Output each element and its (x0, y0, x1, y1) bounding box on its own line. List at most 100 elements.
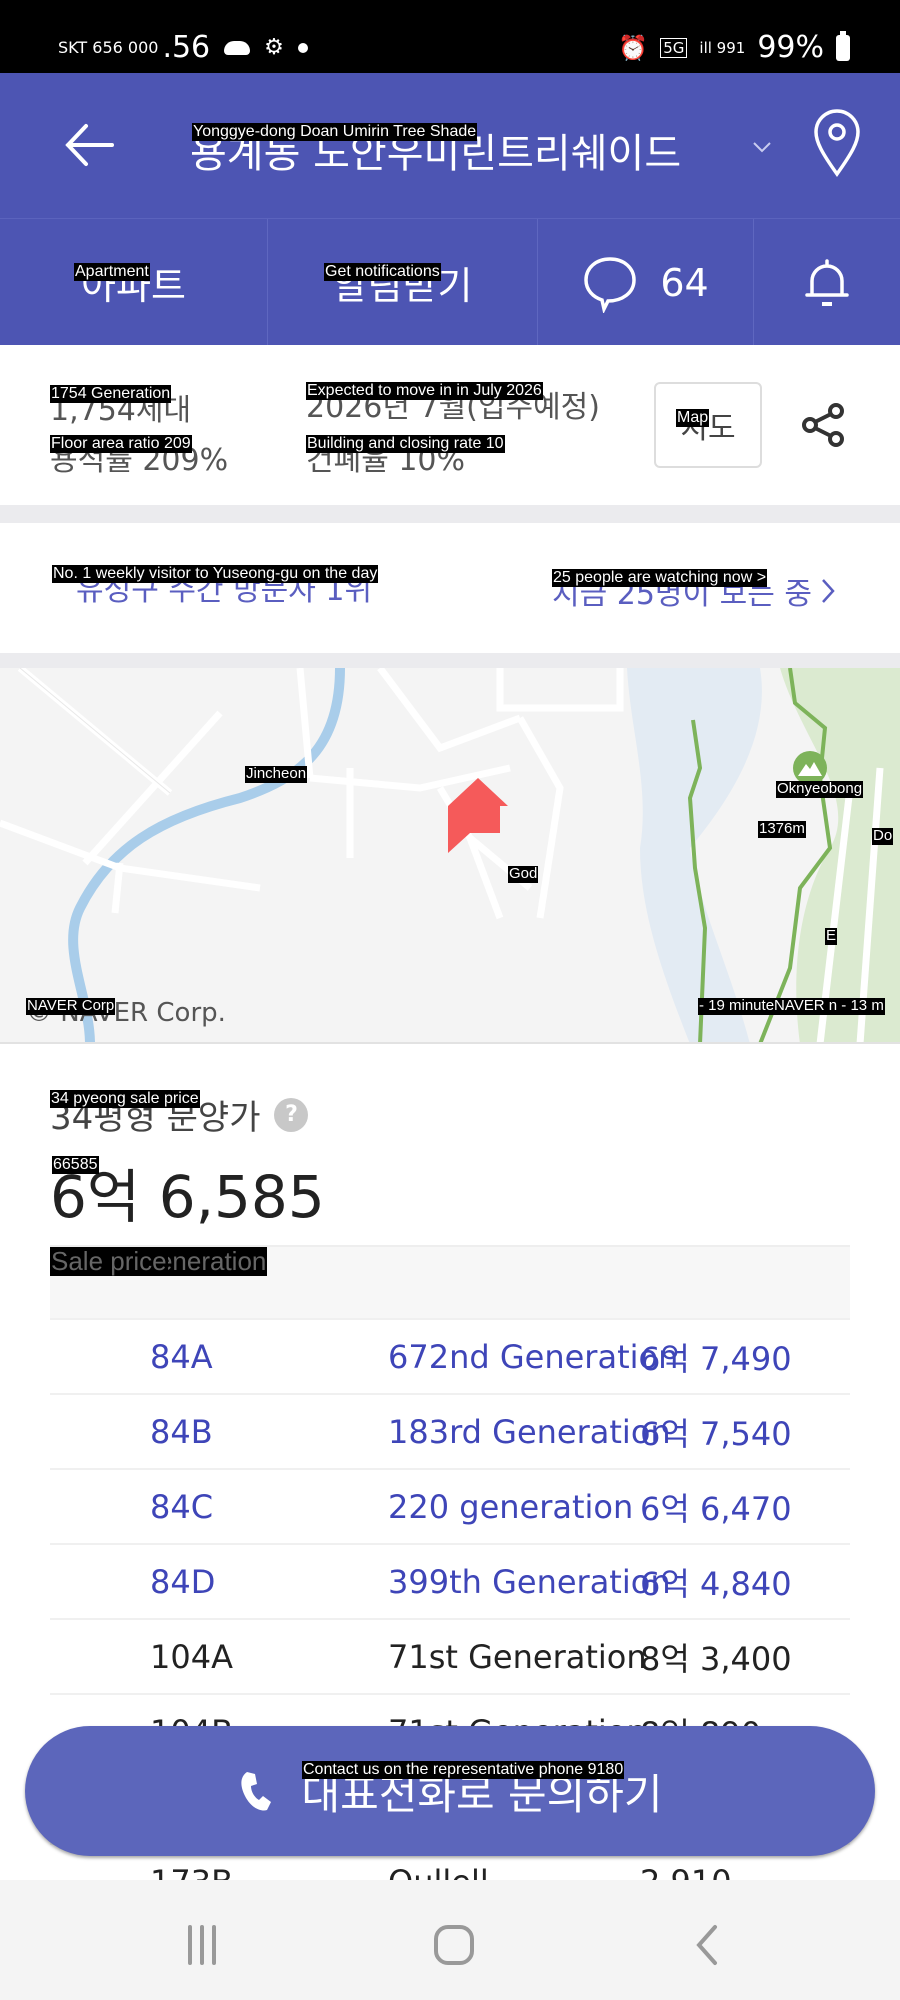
chevron-right-icon (822, 579, 835, 603)
phone-icon (241, 1772, 272, 1811)
battery-icon (836, 30, 850, 61)
page-title-label: Yonggye-dong Doan Umirin Tree Shade (192, 123, 478, 141)
cell-type: 104A (150, 1637, 233, 1676)
price-value: 6억 6,585 66585 (50, 1150, 325, 1234)
map-label-peak: Oknyeobong (776, 780, 864, 798)
section-divider (0, 653, 900, 668)
watching-now-link[interactable]: 지금 25명이 보는 중 25 people are watching now … (552, 569, 836, 613)
price-section-label: 34평형 분양가 ? 34 pyeong sale price (50, 1090, 309, 1139)
map-button-label: Map (676, 409, 710, 427)
map-label-small: E (825, 927, 838, 945)
coverage-ratio-label: Building and closing rate 10 (306, 435, 505, 453)
map-copyright-label: NAVER Corp (26, 997, 116, 1015)
table-row[interactable]: 84D 399th Generation 6억 4,840 (50, 1545, 850, 1620)
cell-type: 84B (150, 1412, 213, 1451)
table-row[interactable]: 84C 220 generation 6억 6,470 (50, 1470, 850, 1545)
weekly-visitor-rank[interactable]: 유성구 주간 방문자 1위 No. 1 weekly visitor to Yu… (52, 565, 379, 609)
cell-type: 84C (150, 1487, 214, 1526)
recent-apps-button[interactable] (172, 1915, 232, 1975)
chevron-down-icon (753, 142, 771, 153)
map-label-peak-height: 1376m (758, 820, 806, 838)
price-label: 34 pyeong sale price (50, 1090, 200, 1108)
carrier-time: SKT 656 000 (58, 38, 159, 57)
cell-price: 6억 7,490 (640, 1339, 792, 1378)
share-button[interactable] (798, 400, 848, 450)
title-dropdown-button[interactable] (750, 135, 774, 159)
property-type-label: Apartment (74, 263, 150, 281)
notification-dot-icon (297, 42, 308, 53)
system-nav-bar (0, 1880, 900, 2000)
cell-price: 6억 6,470 (640, 1489, 792, 1528)
cell-supply: 220 generation (388, 1487, 634, 1526)
table-row[interactable]: 84B 183rd Generation 6억 7,540 (50, 1395, 850, 1470)
weekly-visitor-rank-label: No. 1 weekly visitor to Yuseong-gu on th… (52, 565, 379, 583)
alarm-bell-button[interactable] (754, 219, 900, 346)
move-in-info: 2026년 7월(입주예정) Expected to move in in Ju… (306, 382, 600, 426)
status-bar: SKT 656 000 .56 ⚙ ⏰ 5G ill 991 99% (0, 0, 900, 73)
move-in-label: Expected to move in in July 2026 (306, 382, 543, 400)
section-divider (0, 505, 900, 523)
ranking-bar: 유성구 주간 방문자 1위 No. 1 weekly visitor to Yu… (0, 523, 900, 653)
app-header: 용계동 도안우미린트리쉐이드 Yonggye-dong Doan Umirin … (0, 73, 900, 218)
back-chevron-icon (696, 1925, 717, 1965)
help-question-icon[interactable]: ? (274, 1097, 309, 1132)
comment-count: 64 (660, 260, 709, 305)
table-header: Type Supply Generation Sale price (50, 1245, 850, 1320)
system-back-button[interactable] (676, 1915, 736, 1975)
call-button-label: Contact us on the representative phone 9… (302, 1761, 625, 1779)
map-canvas (0, 668, 900, 1042)
get-notifications-label: Get notifications (324, 263, 441, 281)
bell-icon (805, 258, 849, 306)
call-representative-button[interactable]: 대표전화로 문의하기 Contact us on the representat… (25, 1726, 875, 1856)
share-icon (802, 403, 844, 447)
map-label-marker: God (508, 865, 539, 883)
comments-button[interactable]: 64 (538, 219, 754, 346)
floor-area-ratio-label: Floor area ratio 209 (50, 435, 192, 453)
cell-supply: 183rd Generation (388, 1412, 671, 1451)
battery-percent: 99% (757, 30, 824, 65)
trail-time-right: n - 13 m (828, 997, 884, 1014)
trail-naver: NAVER (774, 997, 825, 1014)
network-type: 5G (660, 37, 688, 58)
back-button[interactable] (60, 118, 120, 173)
cell-supply: 71st Generation (388, 1637, 647, 1676)
trail-time-left: - 19 minute (699, 997, 775, 1014)
home-icon (434, 1925, 474, 1965)
recent-apps-icon (188, 1925, 216, 1965)
map-copyright: © NAVER Corp. NAVER Corp (26, 997, 226, 1028)
speech-bubble-icon (584, 256, 637, 313)
complex-info: 1,754세대 1754 Generation 2026년 7월(입주예정) E… (0, 345, 900, 505)
map-view[interactable]: Jincheon God Oknyeobong 1376m Do E - 19 … (0, 668, 900, 1044)
location-button[interactable] (812, 108, 862, 178)
cell-price: 6억 7,540 (640, 1414, 792, 1453)
cell-price: 6억 4,840 (640, 1564, 792, 1603)
map-label-trail: - 19 minuteNAVER n - 13 m (698, 997, 885, 1015)
table-row[interactable]: 104A 71st Generation 8억 3,400 (50, 1620, 850, 1695)
map-label-right: Do (872, 827, 894, 845)
weather-cloud-icon (224, 40, 251, 55)
page-title[interactable]: 용계동 도안우미린트리쉐이드 Yonggye-dong Doan Umirin … (190, 121, 681, 179)
table-row[interactable]: 84A 672nd Generation 6억 7,490 (50, 1320, 850, 1395)
cell-type: 84A (150, 1337, 213, 1376)
cell-supply: 399th Generation (388, 1562, 671, 1601)
home-button[interactable] (424, 1915, 484, 1975)
signal-icon: ill 991 (699, 38, 746, 57)
floor-area-ratio-info: 용적률 209% Floor area ratio 209 (50, 435, 228, 479)
watching-now-label: 25 people are watching now > (552, 569, 768, 587)
get-notifications-button[interactable]: 알림받기 Get notifications (268, 219, 538, 346)
clock: .56 (162, 30, 211, 65)
map-button[interactable]: 지도 Map (654, 382, 762, 468)
cell-price: 8억 3,400 (640, 1639, 792, 1678)
location-pin-icon (814, 109, 860, 178)
households-info: 1,754세대 1754 Generation (50, 385, 191, 429)
property-type-tab[interactable]: 아파트 Apartment (0, 219, 268, 346)
arrow-left-icon (65, 124, 114, 166)
map-label-village: Jincheon (245, 765, 308, 783)
header-price: Sale price (50, 1246, 168, 1276)
cell-supply: 672nd Generation (388, 1337, 679, 1376)
households-label: 1754 Generation (50, 385, 172, 403)
price-value-label: 66585 (52, 1156, 99, 1174)
action-bar: 아파트 Apartment 알림받기 Get notifications 64 (0, 218, 900, 346)
alarm-icon: ⏰ (618, 33, 649, 62)
cell-type: 84D (150, 1562, 216, 1601)
